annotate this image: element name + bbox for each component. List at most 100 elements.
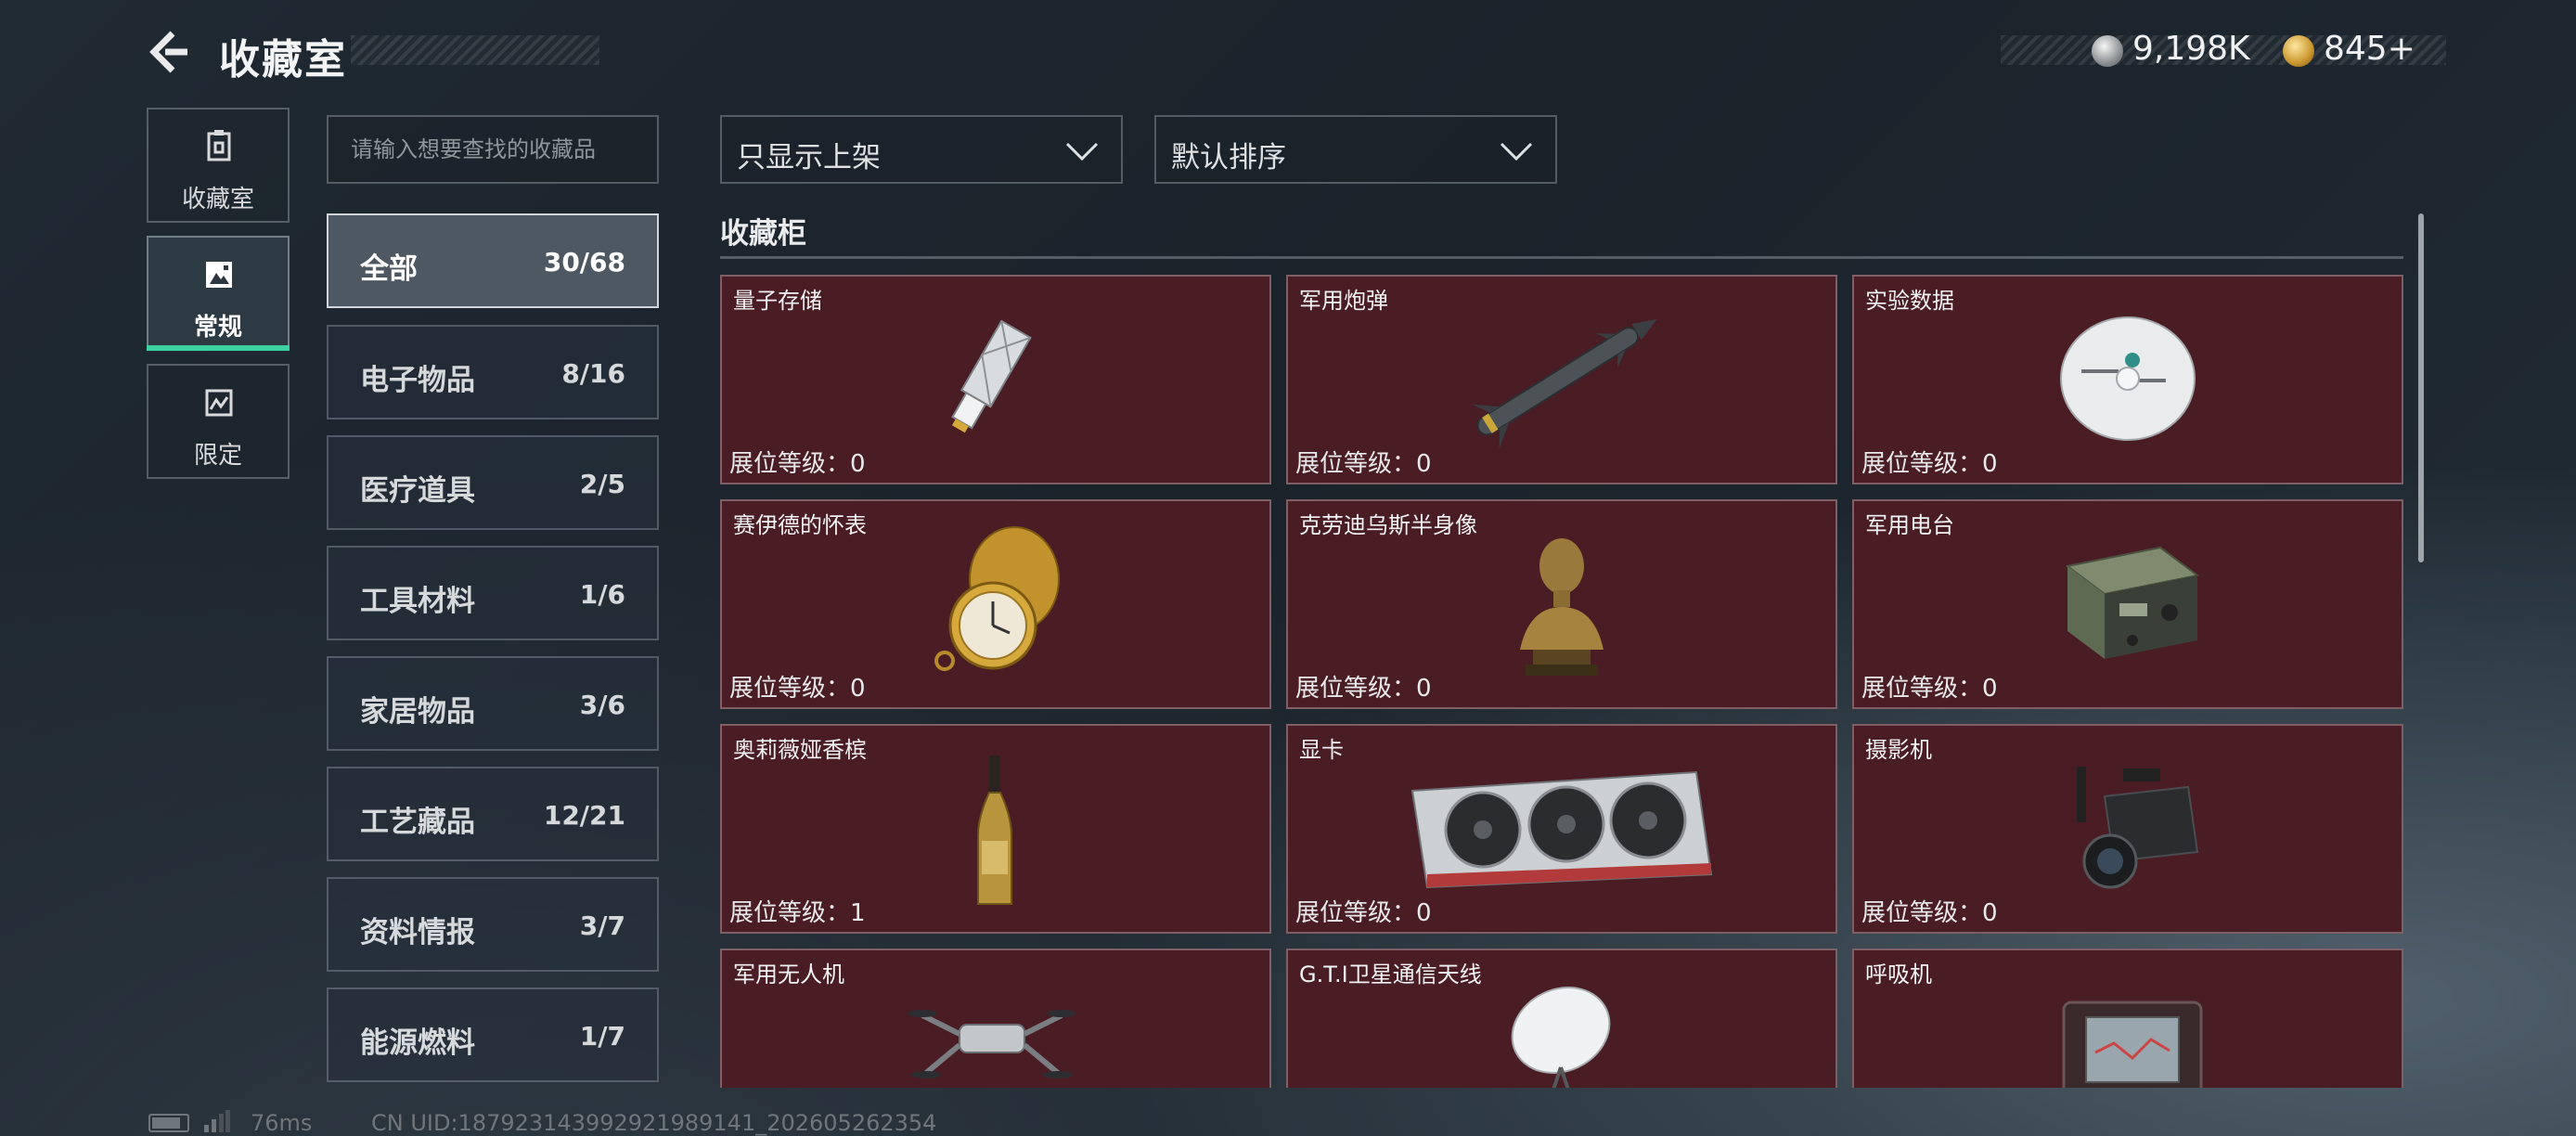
category-name: 能源燃料 [360,1026,475,1060]
radio-icon [2065,546,2200,659]
chevron-down-icon [1500,142,1533,161]
item-card[interactable]: G.T.I卫星通信天线 [1286,949,1837,1088]
category-name: 全部 [360,252,418,286]
dropdown-value: 默认排序 [1171,141,1286,174]
item-level: 展位等级：0 [729,675,866,703]
item-level: 展位等级：0 [1295,450,1432,478]
item-name: G.T.I卫星通信天线 [1299,962,1482,988]
grid-scrollbar[interactable] [2418,213,2424,562]
gold-currency-amount[interactable]: 845+ [2324,30,2415,68]
show-filter-dropdown[interactable]: 只显示上架 [720,115,1123,184]
category-tools[interactable]: 工具材料 1/6 [327,546,659,640]
category-name: 工具材料 [360,585,475,618]
silver-currency-amount: 9,198K [2132,30,2250,68]
section-divider [720,256,2403,259]
category-name: 医疗道具 [360,474,475,508]
category-count: 1/7 [579,1021,625,1052]
item-name: 赛伊德的怀表 [733,512,867,538]
item-name: 奥莉薇娅香槟 [733,737,867,763]
nav-item-label: 限定 [193,442,242,470]
category-count: 2/5 [579,469,625,499]
gold-coin-icon [2283,35,2314,67]
category-count: 3/7 [579,910,625,941]
item-level: 展位等级：1 [729,899,866,927]
category-intel[interactable]: 资料情报 3/7 [327,877,659,972]
nav-item-label: 常规 [193,314,242,342]
item-card[interactable]: 呼吸机 [1852,949,2403,1088]
sort-dropdown[interactable]: 默认排序 [1154,115,1557,184]
nav-item-limited[interactable]: 限定 [147,364,290,479]
back-arrow-icon[interactable] [148,30,189,74]
item-card[interactable]: 显卡 展位等级：0 [1286,724,1837,934]
nav-item-regular[interactable]: 常规 [147,236,290,351]
item-card[interactable]: 军用电台 展位等级：0 [1852,499,2403,709]
limited-icon [205,389,233,417]
camera-icon [2077,767,2199,889]
ventilator-icon [2062,1000,2203,1088]
item-level: 展位等级：0 [1861,675,1998,703]
graphics-card-icon [1410,770,1713,889]
regular-icon [206,262,232,288]
missile-icon [1471,318,1657,449]
usb-drive-icon [951,319,1032,433]
item-card[interactable]: 军用无人机 [720,949,1271,1088]
item-name: 呼吸机 [1865,962,1932,988]
category-count: 30/68 [543,247,625,278]
item-level: 展位等级：0 [1295,899,1432,927]
item-name: 摄影机 [1865,737,1932,763]
category-count: 12/21 [543,800,625,831]
item-level: 展位等级：0 [729,450,866,478]
category-count: 8/16 [561,358,625,389]
category-name: 家居物品 [360,695,475,729]
category-name: 电子物品 [360,364,475,397]
nav-item-collection[interactable]: 收藏室 [147,108,290,223]
item-name: 量子存储 [733,288,822,314]
item-card[interactable]: 赛伊德的怀表 展位等级：0 [720,499,1271,709]
category-energy[interactable]: 能源燃料 1/7 [327,988,659,1082]
category-crafts[interactable]: 工艺藏品 12/21 [327,767,659,861]
item-card[interactable]: 奥莉薇娅香槟 展位等级：1 [720,724,1271,934]
item-name: 实验数据 [1865,288,1954,314]
category-electronics[interactable]: 电子物品 8/16 [327,325,659,420]
disc-icon [2060,316,2196,441]
bust-statue-icon [1520,538,1604,676]
item-level: 展位等级：0 [1861,450,1998,478]
item-card[interactable]: 实验数据 展位等级：0 [1852,275,2403,484]
item-level: 展位等级：0 [1295,675,1432,703]
item-name: 军用无人机 [733,962,844,988]
satellite-dish-icon [1511,987,1611,1088]
battery-level [152,1117,180,1129]
ping-text: 76ms [251,1110,313,1136]
category-count: 1/6 [579,579,625,610]
item-card[interactable]: 摄影机 展位等级：0 [1852,724,2403,934]
dropdown-value: 只显示上架 [737,141,881,174]
page-title: 收藏室 [219,36,347,84]
item-card[interactable]: 克劳迪乌斯半身像 展位等级：0 [1286,499,1837,709]
section-title: 收藏柜 [720,217,806,251]
drone-icon [908,1010,1075,1078]
category-name: 资料情报 [360,916,475,949]
item-card[interactable]: 量子存储 展位等级：0 [720,275,1271,484]
nav-active-indicator [147,345,290,351]
item-name: 军用炮弹 [1299,288,1388,314]
search-input[interactable] [327,115,659,184]
collection-icon [207,130,231,161]
nav-item-label: 收藏室 [181,186,254,213]
pocket-watch-icon [934,526,1060,671]
signal-icon [204,1110,230,1132]
category-all[interactable]: 全部 30/68 [327,213,659,308]
item-name: 显卡 [1299,737,1344,763]
category-household[interactable]: 家居物品 3/6 [327,656,659,751]
category-count: 3/6 [579,690,625,720]
category-medical[interactable]: 医疗道具 2/5 [327,435,659,530]
uid-text: CN UID:1879231439929219891​41_2026052623… [371,1110,937,1136]
chevron-down-icon [1065,142,1099,161]
item-name: 军用电台 [1865,512,1954,538]
item-grid: 量子存储 展位等级：0 军用炮弹 展位等级：0 实验数据 展位等级：0 赛伊德的… [720,275,2403,1088]
champagne-bottle-icon [977,755,1012,905]
item-card[interactable]: 军用炮弹 展位等级：0 [1286,275,1837,484]
item-name: 克劳迪乌斯半身像 [1299,512,1477,538]
category-name: 工艺藏品 [360,806,475,839]
silver-coin-icon [2092,35,2123,67]
title-decoration [351,35,599,65]
